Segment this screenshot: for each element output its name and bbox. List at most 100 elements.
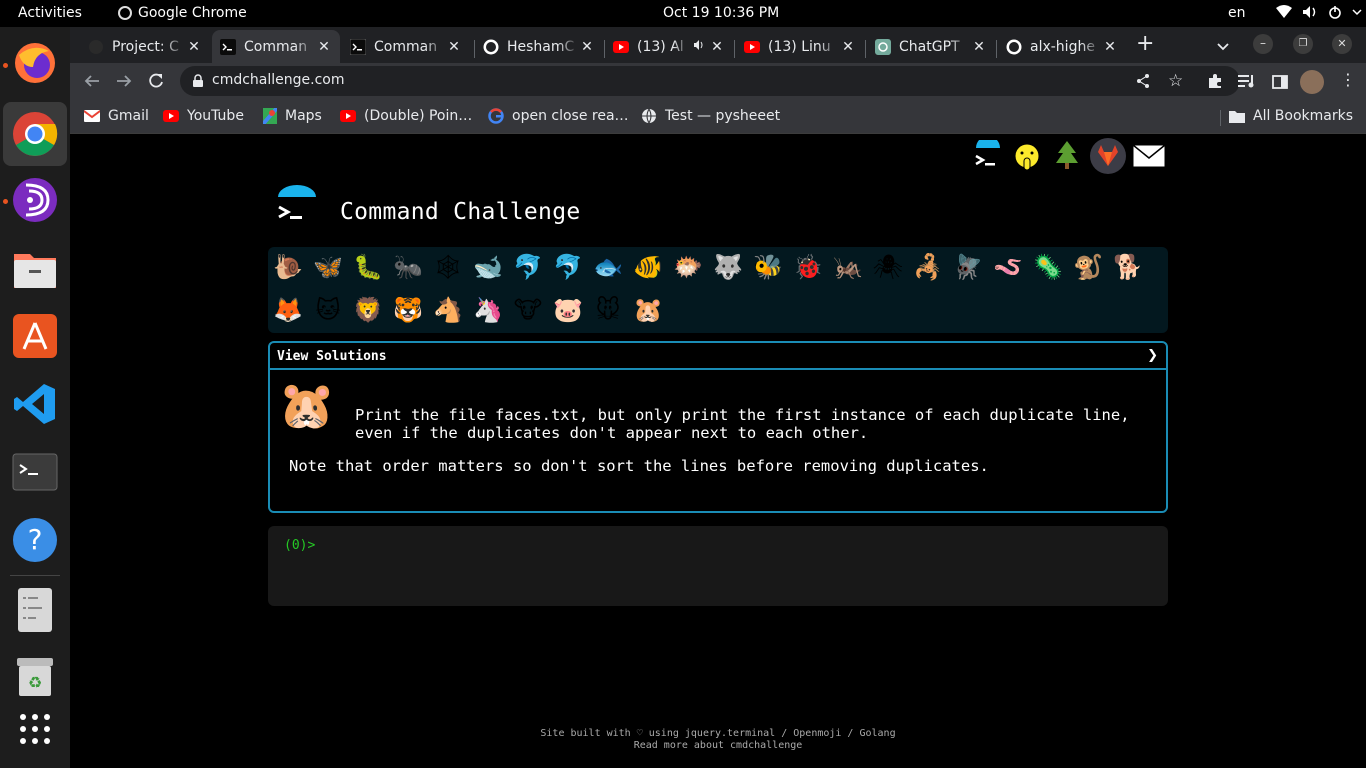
close-icon[interactable]: ✕ [579, 39, 595, 55]
clock[interactable]: Oct 19 10:36 PM [663, 5, 779, 21]
shushing-face-icon[interactable] [1010, 140, 1044, 174]
challenge-button[interactable]: 🐬 [552, 251, 584, 283]
help-icon[interactable]: ? [11, 516, 59, 564]
challenge-button[interactable]: 🐴 [432, 294, 464, 326]
challenge-button[interactable]: 🦋 [312, 251, 344, 283]
media-controls-icon[interactable] [1238, 73, 1256, 93]
close-icon[interactable]: ✕ [316, 39, 332, 55]
challenge-button[interactable]: 🦠 [1032, 251, 1064, 283]
close-icon[interactable]: ✕ [446, 39, 462, 55]
forward-button[interactable] [115, 72, 133, 94]
svg-text:♻: ♻ [28, 673, 42, 692]
tab-search-button[interactable] [1216, 37, 1230, 56]
challenge-button[interactable]: 🐬 [512, 251, 544, 283]
minimize-button[interactable]: – [1253, 34, 1273, 54]
all-bookmarks-button[interactable]: All Bookmarks [1229, 108, 1353, 124]
text-editor-icon[interactable] [11, 586, 59, 634]
files-icon[interactable] [11, 245, 59, 293]
menu-kebab-icon[interactable]: ⋮ [1340, 72, 1356, 88]
address-bar[interactable]: cmdchallenge.com ☆ [180, 66, 1240, 96]
challenge-button[interactable]: 🦊 [272, 294, 304, 326]
challenge-button[interactable]: 🕸 [432, 251, 464, 283]
challenge-button[interactable]: 🐠 [632, 251, 664, 283]
challenge-button[interactable]: 🐝 [752, 251, 784, 283]
side-panel-icon[interactable] [1272, 74, 1288, 93]
tab-6[interactable]: (13) Linu ✕ [736, 30, 864, 63]
challenge-button[interactable]: 🐡 [672, 251, 704, 283]
challenge-button[interactable]: 🐺 [712, 251, 744, 283]
challenge-button[interactable]: 🪱 [992, 251, 1024, 283]
firefox-icon[interactable] [11, 39, 59, 87]
extensions-icon[interactable] [1207, 73, 1223, 93]
back-button[interactable] [83, 72, 101, 94]
tab-4[interactable]: HeshamC ✕ [475, 30, 603, 63]
activities-button[interactable]: Activities [18, 5, 82, 21]
challenge-button[interactable]: 🐜 [392, 251, 424, 283]
close-icon[interactable]: ✕ [709, 39, 725, 55]
reload-button[interactable] [147, 72, 165, 94]
audio-playing-icon[interactable] [693, 39, 705, 55]
app-grid-icon[interactable] [11, 705, 59, 753]
challenge-button[interactable]: 🐋 [472, 251, 504, 283]
challenge-button[interactable]: 🐱 [312, 294, 344, 326]
challenge-button[interactable]: 🦗 [832, 251, 864, 283]
challenge-button[interactable]: 🐕 [1112, 251, 1144, 283]
terminal-icon[interactable] [11, 448, 59, 496]
close-window-button[interactable]: ✕ [1332, 34, 1352, 54]
gitlab-icon[interactable] [1090, 138, 1126, 174]
terminal-logo-icon[interactable] [970, 136, 1006, 176]
new-tab-button[interactable]: + [1136, 33, 1154, 55]
close-icon[interactable]: ✕ [186, 39, 202, 55]
terminal-input-area[interactable]: (0)> [268, 526, 1168, 606]
bookmark-open-close-read[interactable]: open close rea… [488, 108, 629, 124]
bookmark-star-icon[interactable]: ☆ [1168, 71, 1183, 91]
challenge-button[interactable]: 🕷 [872, 251, 904, 283]
google-icon [488, 108, 504, 124]
close-icon[interactable]: ✕ [971, 39, 987, 55]
challenge-button[interactable]: 🦁 [352, 294, 384, 326]
footer-read-more-link[interactable]: Read more about cmdchallenge [70, 740, 1366, 752]
challenge-button[interactable]: 🐮 [512, 294, 544, 326]
trash-icon[interactable]: ♻ [11, 653, 59, 701]
chrome-icon[interactable] [3, 102, 67, 166]
challenge-button[interactable]: 🐹 [632, 294, 664, 326]
bookmark-pysheeet[interactable]: Test — pysheeet [641, 108, 780, 124]
bookmark-maps[interactable]: Maps [263, 108, 322, 124]
tab-1[interactable]: Project: C ✕ [80, 30, 210, 63]
podcast-icon[interactable] [11, 176, 59, 224]
challenge-button[interactable]: 🐒 [1072, 251, 1104, 283]
tab-8[interactable]: alx-highe ✕ [998, 30, 1126, 63]
challenge-button[interactable]: 🐞 [792, 251, 824, 283]
bookmark-label: Maps [285, 108, 322, 124]
challenge-button[interactable]: 🐷 [552, 294, 584, 326]
share-icon[interactable] [1135, 73, 1151, 93]
close-icon[interactable]: ✕ [1102, 39, 1118, 55]
language-indicator[interactable]: en [1228, 5, 1246, 21]
view-solutions-bar[interactable]: View Solutions ❯ [270, 343, 1166, 370]
tab-3[interactable]: Comman ✕ [342, 30, 470, 63]
app-center-icon[interactable] [11, 312, 59, 360]
bookmark-gmail[interactable]: Gmail [84, 108, 149, 124]
avatar[interactable] [1300, 70, 1324, 94]
app-menu[interactable]: Google Chrome [118, 5, 247, 21]
restore-button[interactable]: ❐ [1293, 34, 1313, 54]
tab-2[interactable]: Comman ✕ [212, 30, 340, 63]
bookmark-double-pointers[interactable]: (Double) Poin… [340, 108, 472, 124]
challenge-button[interactable]: 🐛 [352, 251, 384, 283]
challenge-button[interactable]: 🦂 [912, 251, 944, 283]
tab-5[interactable]: (13) Al ✕ [605, 30, 733, 63]
challenge-button[interactable]: 🦄 [472, 294, 504, 326]
close-icon[interactable]: ✕ [840, 39, 856, 55]
site-info-icon[interactable] [192, 74, 204, 92]
system-menu[interactable] [1276, 5, 1362, 19]
challenge-button[interactable]: 🐯 [392, 294, 424, 326]
challenge-button[interactable]: 🐭 [592, 294, 624, 326]
vscode-icon[interactable] [11, 380, 59, 428]
tab-7[interactable]: ChatGPT ✕ [867, 30, 995, 63]
bookmark-youtube[interactable]: YouTube [163, 108, 244, 124]
envelope-icon[interactable] [1132, 143, 1166, 169]
challenge-button[interactable]: 🐌 [272, 251, 304, 283]
challenge-button[interactable]: 🪰 [952, 251, 984, 283]
challenge-button[interactable]: 🐟 [592, 251, 624, 283]
tree-icon[interactable] [1052, 139, 1082, 173]
